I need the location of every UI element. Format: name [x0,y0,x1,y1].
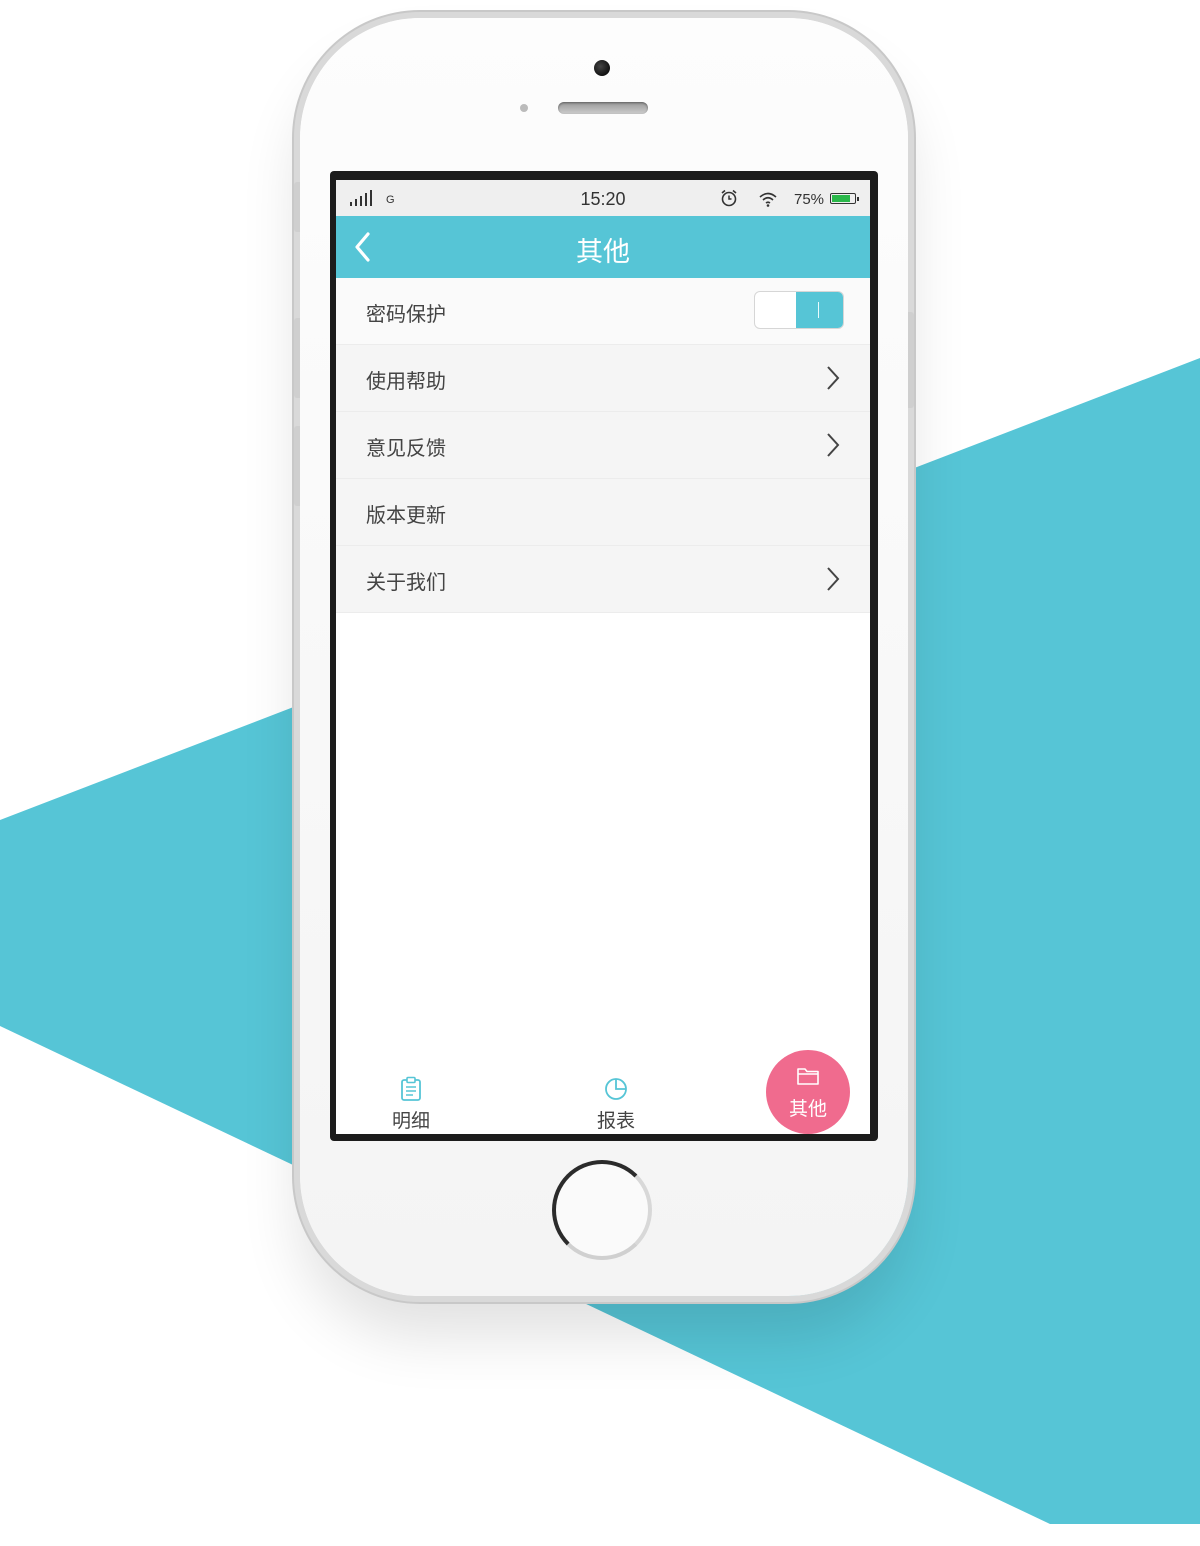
phone-screen: G 15:20 75% 其他 密码保护 使用帮助 意见反馈 版本更新 关于我们 … [336,180,870,1134]
settings-row-version-update[interactable]: 版本更新 [336,479,870,546]
tab-label: 报表 [596,1110,635,1132]
phone-device: G 15:20 75% 其他 密码保护 使用帮助 意见反馈 版本更新 关于我们 … [294,18,914,1296]
chevron-right-icon [827,366,840,390]
folder-icon [797,1068,819,1085]
earpiece-speaker [558,102,648,114]
chevron-right-icon [827,433,840,457]
chevron-right-icon [827,567,840,591]
page-title: 其他 [576,237,630,268]
tab-label: 明细 [391,1110,430,1132]
proximity-sensor [520,104,528,112]
mockup-stage: G 15:20 75% 其他 密码保护 使用帮助 意见反馈 版本更新 关于我们 … [0,0,1200,1546]
status-bar: G 15:20 75% [336,180,870,216]
pie-chart-icon [605,1078,627,1100]
row-label: 关于我们 [366,570,446,594]
tab-reports[interactable]: 报表 [571,1064,661,1134]
home-button[interactable] [552,1160,652,1260]
status-time: 15:20 [580,189,626,209]
power-button [908,312,914,408]
settings-row-help[interactable]: 使用帮助 [336,345,870,412]
settings-row-about-us[interactable]: 关于我们 [336,546,870,613]
settings-list: 密码保护 使用帮助 意见反馈 版本更新 关于我们 [336,278,870,613]
row-label: 版本更新 [366,503,446,527]
wifi-icon [759,192,777,207]
settings-row-password-protection[interactable]: 密码保护 [336,278,870,345]
row-label: 使用帮助 [366,369,446,393]
front-camera [594,60,610,76]
tab-other-active[interactable]: 其他 [766,1050,850,1134]
mute-switch [294,182,300,232]
alarm-icon [721,189,737,207]
volume-down-button [294,426,300,506]
tab-details[interactable]: 明细 [366,1064,456,1134]
password-protection-toggle[interactable] [754,291,844,329]
clipboard-icon [401,1076,421,1101]
battery-percent: 75% [794,191,825,208]
app-header: 其他 [336,216,870,278]
settings-row-feedback[interactable]: 意见反馈 [336,412,870,479]
row-label: 密码保护 [366,302,446,326]
volume-up-button [294,318,300,398]
battery-icon [830,193,859,204]
tab-label: 其他 [788,1098,827,1120]
row-label: 意见反馈 [366,436,446,460]
